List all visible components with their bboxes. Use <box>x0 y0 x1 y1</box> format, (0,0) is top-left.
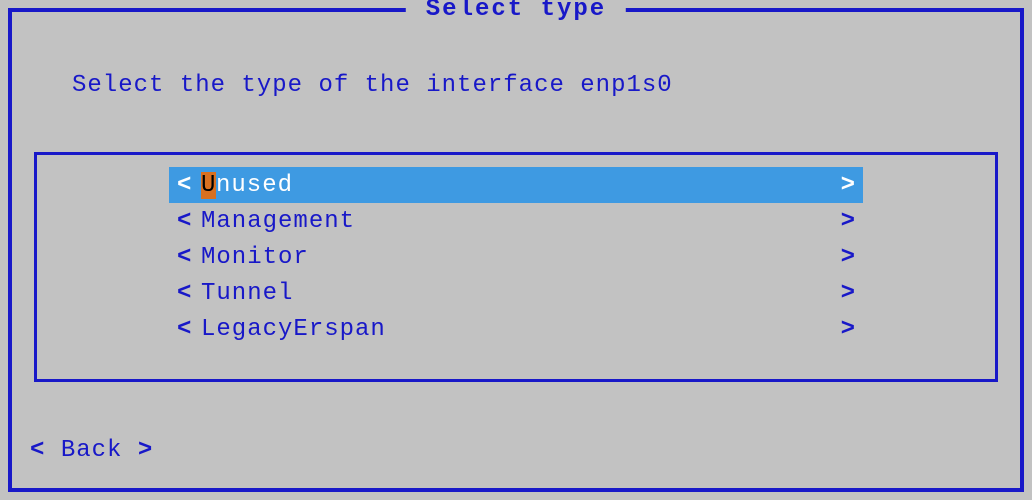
option-label: Unused <box>197 172 835 199</box>
chevron-left-icon: < <box>177 244 197 271</box>
chevron-left-icon: < <box>30 437 45 464</box>
dialog-frame: Select type Select the type of the inter… <box>8 8 1024 492</box>
chevron-right-icon: > <box>835 172 855 199</box>
dialog-prompt: Select the type of the interface enp1s0 <box>72 72 673 99</box>
option-monitor[interactable]: < Monitor > <box>169 239 863 275</box>
chevron-left-icon: < <box>177 316 197 343</box>
option-tunnel[interactable]: < Tunnel > <box>169 275 863 311</box>
back-label: Back <box>61 437 123 464</box>
option-management[interactable]: < Management > <box>169 203 863 239</box>
hotkey-indicator: U <box>201 172 216 199</box>
chevron-right-icon: > <box>835 316 855 343</box>
chevron-left-icon: < <box>177 208 197 235</box>
chevron-right-icon: > <box>138 437 153 464</box>
chevron-right-icon: > <box>835 280 855 307</box>
option-unused[interactable]: < Unused > <box>169 167 863 203</box>
chevron-right-icon: > <box>835 208 855 235</box>
options-list-frame: < Unused > < Management > < Monitor > < … <box>34 152 998 382</box>
option-label: Management <box>197 208 835 235</box>
option-label: LegacyErspan <box>197 316 835 343</box>
option-label: Tunnel <box>197 280 835 307</box>
option-legacyerspan[interactable]: < LegacyErspan > <box>169 311 863 347</box>
back-button[interactable]: < Back > <box>30 437 153 464</box>
chevron-left-icon: < <box>177 172 197 199</box>
chevron-right-icon: > <box>835 244 855 271</box>
option-label: Monitor <box>197 244 835 271</box>
chevron-left-icon: < <box>177 280 197 307</box>
dialog-title: Select type <box>406 0 626 23</box>
